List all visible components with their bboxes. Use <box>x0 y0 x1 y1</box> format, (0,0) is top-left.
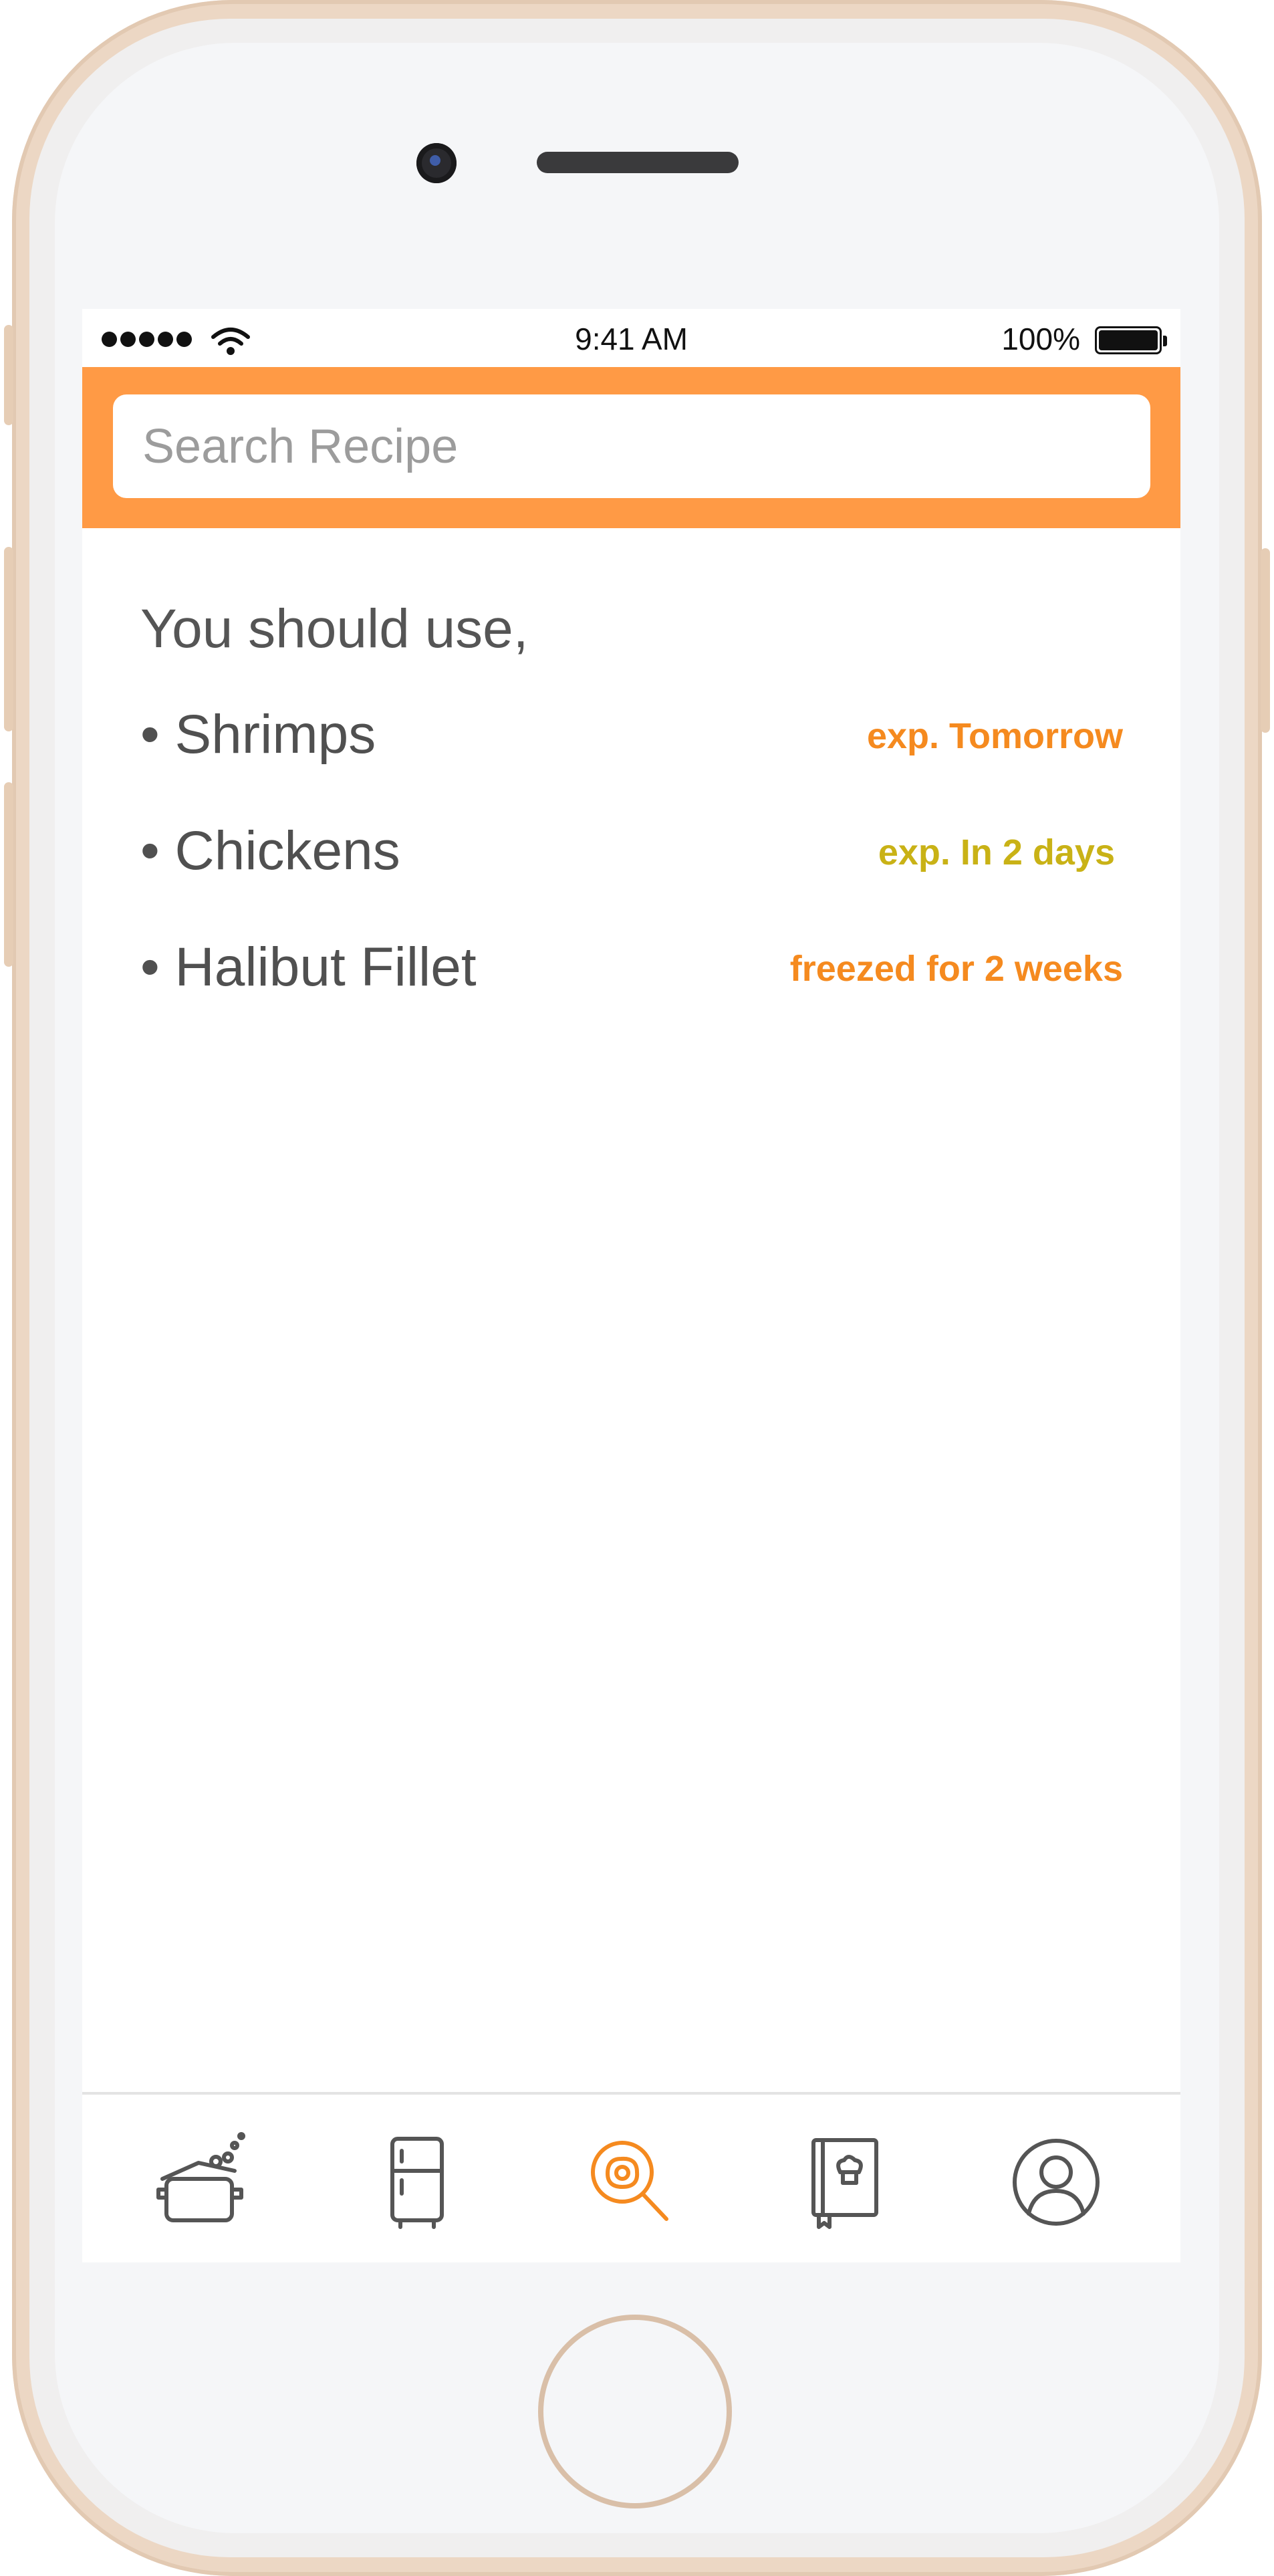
earpiece-speaker <box>537 152 739 173</box>
ingredient-suggestions: You should use, • Shrimps exp. Tomorrow … <box>140 602 1123 1054</box>
mute-switch <box>4 325 13 425</box>
search-recipe-icon <box>591 2141 668 2221</box>
battery-tip <box>1163 336 1167 346</box>
tab-fridge[interactable] <box>367 2132 467 2232</box>
battery-percent: 100% <box>1001 322 1080 356</box>
search-recipe-input[interactable] <box>113 394 1150 498</box>
tab-cookbook[interactable] <box>795 2132 895 2232</box>
volume-down-button <box>4 782 13 967</box>
volume-up-button <box>4 547 13 731</box>
tab-profile[interactable] <box>1006 2132 1106 2232</box>
ingredient-name: • Chickens <box>140 820 400 881</box>
app-screen: 9:41 AM 100% You should use, • Shrimps e… <box>82 309 1180 2262</box>
cookbook-icon <box>811 2138 878 2229</box>
expiry-status: exp. In 2 days <box>878 832 1115 872</box>
cooking-pot-icon <box>156 2132 245 2222</box>
ingredient-name: • Halibut Fillet <box>140 937 477 998</box>
battery-icon <box>1095 326 1162 354</box>
power-button <box>1261 548 1270 733</box>
list-item[interactable]: • Halibut Fillet freezed for 2 weeks <box>140 937 1123 1054</box>
ingredient-name: • Shrimps <box>140 704 376 765</box>
tab-search-recipe[interactable] <box>581 2132 681 2232</box>
home-button[interactable] <box>538 2315 732 2508</box>
search-header <box>82 367 1180 528</box>
front-camera <box>416 143 457 183</box>
suggestion-heading: You should use, <box>140 598 529 659</box>
list-item[interactable]: • Shrimps exp. Tomorrow <box>140 704 1123 821</box>
fridge-icon <box>390 2137 444 2229</box>
expiry-status: freezed for 2 weeks <box>789 949 1123 989</box>
expiry-status: exp. Tomorrow <box>866 716 1123 756</box>
status-bar: 9:41 AM 100% <box>82 309 1180 367</box>
profile-icon <box>1013 2139 1100 2226</box>
tab-cook[interactable] <box>152 2132 252 2232</box>
bottom-tab-bar <box>82 2092 1180 2262</box>
list-item[interactable]: • Chickens exp. In 2 days <box>140 820 1123 937</box>
